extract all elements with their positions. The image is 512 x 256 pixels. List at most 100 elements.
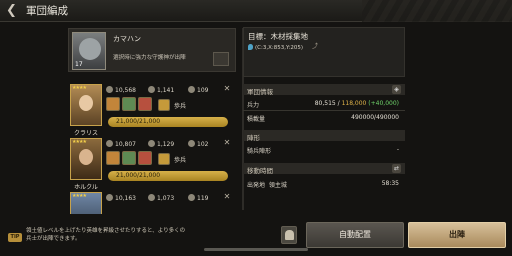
hero-attack: 1,141 <box>157 87 175 94</box>
capacity-row: 積載量 490000/490000 <box>243 112 405 123</box>
hero-stars: ★★★★ <box>72 85 87 91</box>
formation-type: 騎兵陣形 <box>247 148 272 155</box>
formation-header: 陣形 <box>243 130 405 142</box>
unit-slot-icon[interactable] <box>122 97 136 111</box>
hero-stars: ★★★★ <box>72 193 87 199</box>
helmet-button[interactable] <box>281 226 297 244</box>
hero-power-text: 21,000/21,000 <box>116 118 161 125</box>
divider <box>243 110 405 111</box>
formation-value: - <box>396 146 399 153</box>
hero-count: 109 <box>197 87 209 94</box>
hero-power-text: 21,000/21,000 <box>116 172 161 179</box>
march-button[interactable]: 出陣 <box>408 222 506 248</box>
infantry-icon <box>158 153 170 165</box>
hero-attack: 1,129 <box>157 141 175 148</box>
unit-type-label: 歩兵 <box>174 103 187 110</box>
hero-stats: 10,568 1,141 109 <box>106 86 234 95</box>
hero-face <box>79 95 93 111</box>
travel-title: 移動時間 <box>247 166 273 175</box>
commander-portrait: 17 <box>72 32 106 70</box>
unit-type-label: 歩兵 <box>174 157 187 164</box>
unit-count-icon <box>188 194 195 201</box>
target-coords[interactable]: (C:3,X:853,Y:205) <box>248 44 303 51</box>
army-info-title: 軍団情報 <box>247 87 273 96</box>
hero-face <box>79 149 93 165</box>
commander-select-checkbox[interactable] <box>213 52 229 66</box>
info-detail-icon[interactable]: ◈ <box>392 85 401 94</box>
attack-icon <box>148 140 155 147</box>
home-indicator[interactable] <box>204 248 308 251</box>
unit-slot-icon[interactable] <box>138 97 152 111</box>
hero-portrait[interactable]: ★★★★ <box>70 138 102 180</box>
unit-count-icon <box>188 86 195 93</box>
troops-icon <box>106 86 113 93</box>
target-coords-text: (C:3,X:853,Y:205) <box>255 45 304 51</box>
origin-label: 出発地 <box>247 182 266 189</box>
unit-slot-icon[interactable] <box>138 151 152 165</box>
origin-name: 領主城 <box>268 182 287 189</box>
attack-icon <box>148 86 155 93</box>
troops-icon <box>106 140 113 147</box>
attack-icon <box>148 194 155 201</box>
hero-stats: 10,163 1,073 119 <box>106 194 234 203</box>
infantry-icon <box>158 99 170 111</box>
unit-count-icon <box>188 140 195 147</box>
map-pin-icon <box>248 44 253 50</box>
share-icon[interactable]: ⤴ <box>312 43 320 51</box>
target-panel: 目標：木材採集地 (C:3,X:853,Y:205) ⤴ <box>243 27 405 77</box>
hero-name: ホルクル <box>74 184 98 191</box>
auto-assign-button[interactable]: 自動配置 <box>306 222 404 248</box>
unit-slot-icon[interactable] <box>106 151 120 165</box>
hero-count: 119 <box>197 195 209 202</box>
army-info-header: 軍団情報 ◈ <box>243 84 405 96</box>
remove-hero-icon[interactable]: ✕ <box>220 138 234 148</box>
strength-label: 兵力 <box>247 102 260 109</box>
back-arrow-icon[interactable]: ❮ <box>6 3 22 19</box>
hero-power-bar: 21,000/21,000 <box>108 171 228 181</box>
capacity-value: 490000/490000 <box>351 114 399 121</box>
hero-stats: 10,807 1,129 102 <box>106 140 234 149</box>
hero-row[interactable]: ★★★★ ホルクル 10,807 1,129 102 ✕ 歩兵 21,000/2… <box>68 138 236 191</box>
hero-row[interactable]: ★★★★ 10,163 1,073 119 ✕ <box>68 192 236 214</box>
tip-text: 領土値レベルを上げたり英雄を昇級させたりすると、より多くの兵士が出陣できます。 <box>26 228 186 242</box>
tip-badge: TIP <box>8 233 22 242</box>
swap-icon[interactable]: ⇄ <box>392 164 401 173</box>
page-title: 軍団編成 <box>26 5 68 17</box>
hero-troops: 10,568 <box>115 87 136 94</box>
header-ornament <box>362 0 512 22</box>
travel-row: 出発地 領主城 58:35 <box>243 178 405 189</box>
commander-name: カマハン <box>113 35 141 43</box>
unit-slot-icon[interactable] <box>122 151 136 165</box>
formation-list: 17 カマハン 選択時に強力な守護神が出陣 ★★★★ クラリス 10,568 1… <box>68 28 236 214</box>
unit-slot-icon[interactable] <box>106 97 120 111</box>
strength-current: 80,515 / <box>314 100 340 107</box>
travel-header: 移動時間 ⇄ <box>243 163 405 175</box>
helmet-icon <box>285 230 294 240</box>
hero-count: 102 <box>197 141 209 148</box>
top-bar: ❮ 軍団編成 <box>0 0 512 22</box>
troops-icon <box>106 194 113 201</box>
strength-max: 118,000 <box>341 100 367 107</box>
hero-power-bar: 21,000/21,000 <box>108 117 228 127</box>
remove-hero-icon[interactable]: ✕ <box>220 192 234 202</box>
hero-portrait[interactable]: ★★★★ <box>70 192 102 214</box>
commander-card[interactable]: 17 カマハン 選択時に強力な守護神が出陣 <box>68 28 236 72</box>
hero-attack: 1,073 <box>157 195 175 202</box>
hero-portrait[interactable]: ★★★★ <box>70 84 102 126</box>
strength-value: 80,515 / 118,000 (+40,000) <box>315 100 399 107</box>
travel-time: 58:35 <box>381 180 399 187</box>
target-title: 目標：木材採集地 <box>248 32 308 41</box>
commander-description: 選択時に強力な守護神が出陣 <box>113 55 186 61</box>
formation-row: 騎兵陣形 - <box>243 144 405 155</box>
hero-troops: 10,807 <box>115 141 136 148</box>
formation-title: 陣形 <box>247 133 260 142</box>
hero-name: クラリス <box>73 130 98 137</box>
guardian-lion-icon <box>79 38 101 60</box>
hero-troops: 10,163 <box>115 195 136 202</box>
strength-row: 兵力 80,515 / 118,000 (+40,000) <box>243 98 405 109</box>
hero-row[interactable]: ★★★★ クラリス 10,568 1,141 109 ✕ 歩兵 21,000/2… <box>68 84 236 137</box>
travel-origin: 出発地 領主城 <box>247 180 287 189</box>
remove-hero-icon[interactable]: ✕ <box>220 84 234 94</box>
strength-bonus: (+40,000) <box>368 100 399 107</box>
commander-level: 17 <box>75 61 83 68</box>
